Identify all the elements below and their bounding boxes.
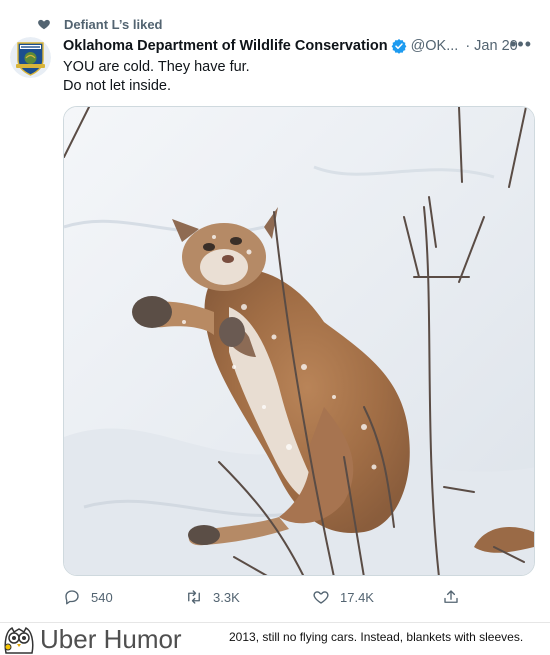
handle[interactable]: @OK... <box>411 38 459 54</box>
tweet-text-line: Do not let inside. <box>63 78 172 94</box>
share-icon <box>444 590 458 603</box>
agency-seal-icon <box>10 37 51 78</box>
more-options-icon[interactable]: ••• <box>510 35 532 53</box>
brand-name: Uber Humor <box>40 624 182 654</box>
retweet-action[interactable]: 3.3K <box>185 586 240 608</box>
tweet-photo[interactable] <box>63 106 535 576</box>
social-context: Defiant L’s liked <box>37 14 163 34</box>
retweet-icon <box>188 590 200 604</box>
social-context-label[interactable]: Defiant L’s liked <box>64 17 163 32</box>
watermark-footer: Uber Humor 2013, still no flying cars. I… <box>0 622 550 655</box>
share-action[interactable] <box>442 586 460 608</box>
heart-icon <box>38 19 50 30</box>
owl-logo-icon <box>4 626 34 654</box>
retweet-count: 3.3K <box>213 589 240 605</box>
caption-text: 2013, still no flying cars. Instead, bla… <box>229 630 524 644</box>
tweet-header: Oklahoma Department of Wildlife Conserva… <box>63 35 536 56</box>
tweet-card[interactable]: Defiant L’s liked Oklahoma Department of… <box>0 0 550 622</box>
tweet-text: YOU are cold. They have fur. Do not let … <box>63 58 523 96</box>
tweet-text-line: YOU are cold. They have fur. <box>63 59 250 75</box>
tweet-actions: 540 3.3K 17.4K <box>63 586 473 608</box>
like-count: 17.4K <box>340 589 374 605</box>
avatar[interactable] <box>10 37 51 78</box>
reply-icon <box>65 590 79 605</box>
cougar-in-snow-image <box>64 107 534 575</box>
reply-count: 540 <box>91 589 113 605</box>
like-action[interactable]: 17.4K <box>312 586 374 608</box>
display-name[interactable]: Oklahoma Department of Wildlife Conserva… <box>63 38 388 54</box>
separator-dot: · <box>465 38 471 54</box>
verified-badge-icon <box>391 39 406 54</box>
like-heart-icon <box>313 591 329 604</box>
reply-action[interactable]: 540 <box>63 586 113 608</box>
